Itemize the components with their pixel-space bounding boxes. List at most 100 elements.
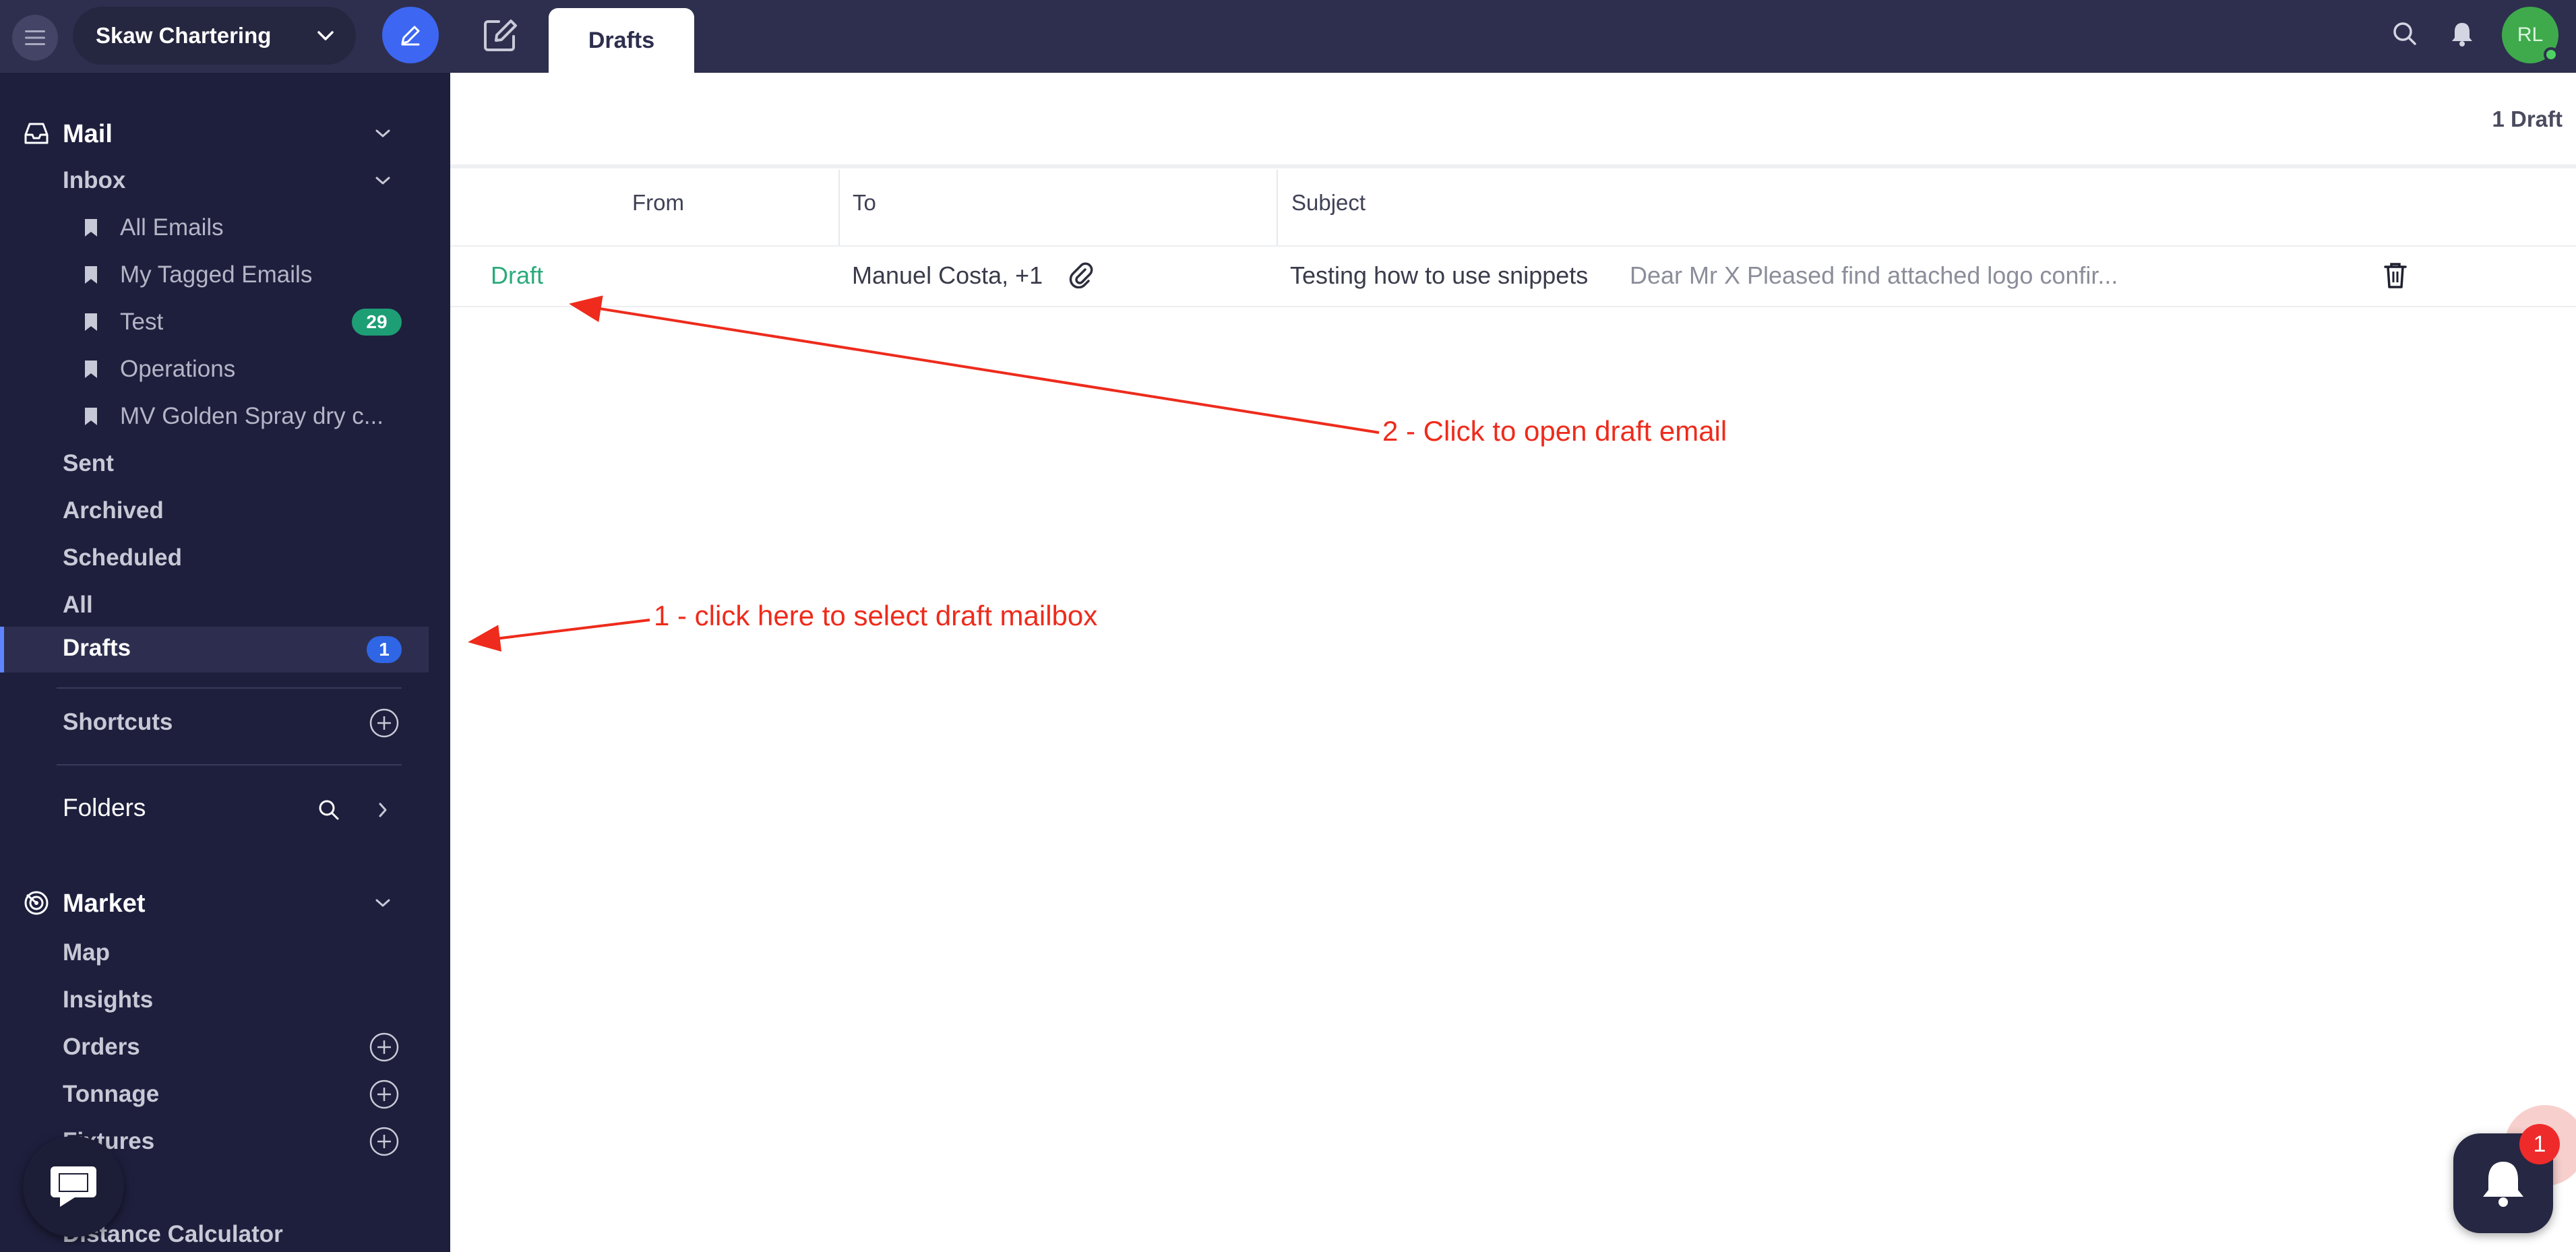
main-content: 1 Draft From To Subject Draft Manuel Cos… <box>450 73 2576 1252</box>
trash-icon <box>2384 263 2407 288</box>
chat-launcher-button[interactable] <box>23 1136 124 1237</box>
workspace-selector[interactable]: Skaw Chartering <box>73 7 356 65</box>
sidebar-item-label: Scheduled <box>63 544 182 571</box>
add-fixture-button[interactable] <box>368 1125 400 1158</box>
sidebar-item-label: Archived <box>63 497 164 524</box>
sidebar-item-label: Orders <box>63 1034 140 1060</box>
sidebar-market-title: Market <box>63 889 146 918</box>
online-status-dot <box>2544 47 2558 62</box>
tab-drafts-label: Drafts <box>588 27 655 53</box>
sidebar-item-label: Folders <box>63 794 146 821</box>
sidebar-item-map[interactable]: Map <box>0 934 450 972</box>
bookmark-icon <box>81 357 101 381</box>
chevron-down-icon[interactable] <box>369 889 396 916</box>
market-radar-icon <box>23 889 50 916</box>
chevron-right-icon[interactable] <box>369 796 396 823</box>
sidebar-item-label: Shortcuts <box>63 709 173 735</box>
sidebar-item-test[interactable]: Test 29 <box>0 303 450 341</box>
preview-snippet[interactable]: Dear Mr X Pleased find attached logo con… <box>1630 261 2118 290</box>
tab-drafts[interactable]: Drafts <box>549 8 694 73</box>
sidebar-section-mail[interactable]: Mail <box>0 113 450 154</box>
bell-icon <box>2483 1162 2523 1207</box>
sidebar-item-label: All Emails <box>120 214 224 241</box>
folder-search-button[interactable] <box>315 796 342 823</box>
sidebar-item-label: Tonnage <box>63 1081 160 1107</box>
column-header-subject[interactable]: Subject <box>1291 190 1366 216</box>
add-shortcut-button[interactable] <box>368 707 400 739</box>
bookmark-icon <box>81 263 101 287</box>
sidebar-item-operations[interactable]: Operations <box>0 350 450 388</box>
edit-square-icon <box>484 20 517 51</box>
bookmark-icon <box>81 310 101 334</box>
sidebar-item-label: Map <box>63 939 110 966</box>
hamburger-menu-button[interactable] <box>12 15 58 61</box>
row-divider <box>450 306 2576 307</box>
sidebar-item-label: All <box>63 592 93 618</box>
chevron-down-icon[interactable] <box>369 120 396 147</box>
sidebar-item-insights[interactable]: Insights <box>0 981 450 1019</box>
sidebar-divider <box>57 687 402 689</box>
plus-circle-icon <box>369 1127 399 1156</box>
sidebar-section-market[interactable]: Market <box>0 883 450 923</box>
draft-status-label[interactable]: Draft <box>491 261 543 290</box>
sidebar-item-archived[interactable]: Archived <box>0 492 450 530</box>
column-header-from[interactable]: From <box>632 190 684 216</box>
sidebar-item-my-tagged-emails[interactable]: My Tagged Emails <box>0 256 450 294</box>
sidebar-mail-title: Mail <box>63 120 113 148</box>
sidebar-item-sent[interactable]: Sent <box>0 445 450 482</box>
bookmark-icon <box>81 404 101 429</box>
plus-circle-icon <box>369 1079 399 1109</box>
drafts-count-badge: 1 <box>367 636 402 663</box>
plus-circle-icon <box>369 708 399 738</box>
new-draft-button[interactable] <box>474 9 526 61</box>
workspace-name: Skaw Chartering <box>96 23 272 48</box>
top-bar: Skaw Chartering Drafts RL <box>0 0 2576 73</box>
draft-count-label: 1 Draft <box>2492 106 2563 131</box>
hamburger-icon <box>25 30 45 45</box>
delete-draft-button[interactable] <box>2381 259 2410 292</box>
sidebar-item-label: Sent <box>63 450 114 476</box>
pencil-icon <box>401 26 420 46</box>
chevron-down-icon <box>317 31 334 40</box>
table-top-divider <box>450 164 2576 168</box>
sidebar-item-label: MV Golden Spray dry c... <box>120 403 384 429</box>
sidebar-item-shortcuts[interactable]: Shortcuts <box>0 703 450 743</box>
user-avatar[interactable]: RL <box>2502 7 2558 63</box>
add-order-button[interactable] <box>368 1031 400 1063</box>
sidebar-item-tonnage[interactable]: Tonnage <box>0 1075 450 1113</box>
sidebar: Mail Inbox All Emails My Tagged Emails T… <box>0 73 450 1252</box>
column-header-to[interactable]: To <box>853 190 876 216</box>
bell-icon <box>2452 23 2472 46</box>
paperclip-icon <box>1066 260 1096 290</box>
sidebar-item-all-emails[interactable]: All Emails <box>0 209 450 247</box>
search-icon <box>319 800 339 820</box>
notifications-button[interactable] <box>2443 15 2481 53</box>
global-search-button[interactable] <box>2386 15 2424 53</box>
add-tonnage-button[interactable] <box>368 1078 400 1110</box>
sidebar-item-folders[interactable]: Folders <box>0 788 450 829</box>
sidebar-item-label: Inbox <box>63 167 126 193</box>
recipient-cell[interactable]: Manuel Costa, +1 <box>852 261 1043 290</box>
app-window: Skaw Chartering Drafts RL Mail Inbox All… <box>0 0 2576 1252</box>
annotation-step-1: 1 - click here to select draft mailbox <box>654 600 1098 631</box>
notification-count-badge: 1 <box>2519 1124 2560 1164</box>
sidebar-item-inbox[interactable]: Inbox <box>0 162 450 199</box>
sidebar-item-orders[interactable]: Orders <box>0 1028 450 1066</box>
sidebar-item-drafts[interactable]: Drafts 1 <box>0 627 429 672</box>
annotation-step-2: 2 - Click to open draft email <box>1382 415 1727 447</box>
active-indicator <box>0 627 4 672</box>
search-icon <box>2393 22 2416 45</box>
sidebar-item-scheduled[interactable]: Scheduled <box>0 539 450 577</box>
avatar-initials: RL <box>2517 24 2544 46</box>
subject-cell[interactable]: Testing how to use snippets <box>1290 261 1588 290</box>
sidebar-item-label: Insights <box>63 987 154 1013</box>
sidebar-item-label: My Tagged Emails <box>120 261 313 288</box>
sidebar-item-label: Drafts <box>63 635 131 661</box>
chevron-down-icon[interactable] <box>369 167 396 194</box>
unread-count-badge: 29 <box>352 309 402 336</box>
sidebar-item-mv-golden-spray[interactable]: MV Golden Spray dry c... <box>0 398 450 435</box>
sidebar-item-all[interactable]: All <box>0 586 450 624</box>
plus-circle-icon <box>369 1032 399 1062</box>
sidebar-divider <box>57 764 402 765</box>
compose-button[interactable] <box>382 7 439 63</box>
